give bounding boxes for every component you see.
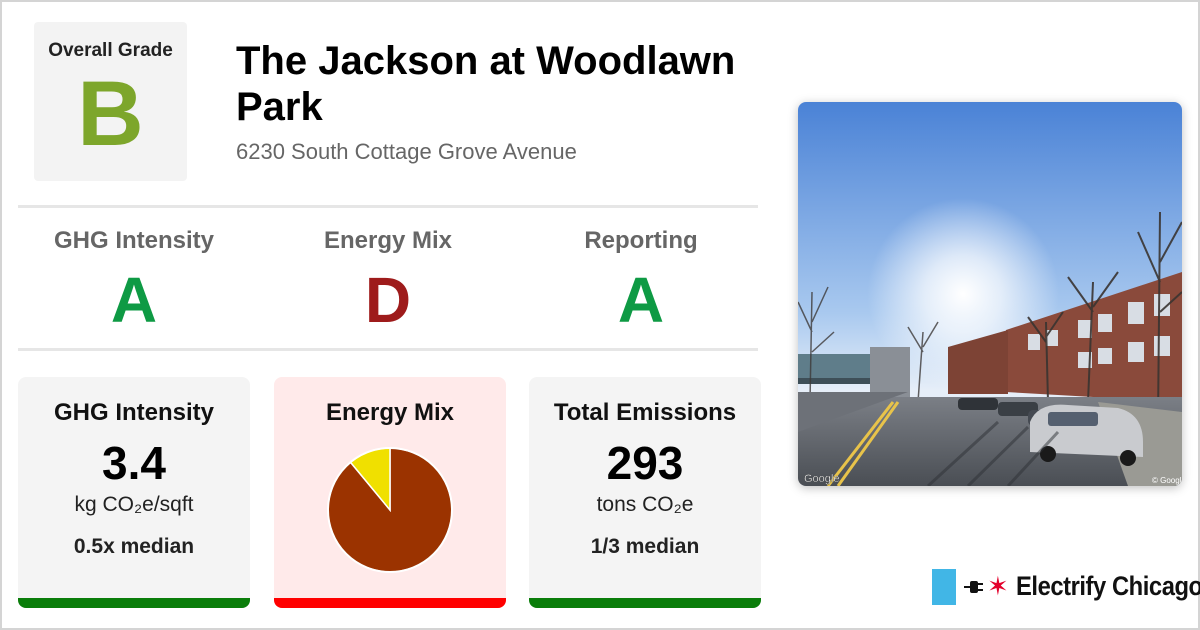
card-status-bar bbox=[18, 598, 250, 608]
street-view-photo: Google © Google bbox=[798, 102, 1182, 486]
ghg-intensity-grade: GHG Intensity A bbox=[14, 227, 254, 335]
grade-letter: A bbox=[110, 264, 158, 336]
card-unit: tons CO₂e bbox=[596, 493, 694, 516]
divider-top bbox=[18, 205, 758, 208]
google-watermark: Google bbox=[804, 473, 839, 485]
ghg-intensity-card: GHG Intensity 3.4 kg CO₂e/sqft 0.5x medi… bbox=[18, 377, 250, 608]
reporting-grade: Reporting A bbox=[521, 227, 761, 335]
energy-mix-card: Energy Mix bbox=[274, 377, 506, 608]
card-median: 0.5x median bbox=[73, 535, 195, 558]
card-title: Energy Mix bbox=[325, 399, 455, 426]
brand-name: Electrify Chicago bbox=[1016, 571, 1200, 601]
card-title: GHG Intensity bbox=[53, 399, 215, 426]
copyright-watermark: © Google bbox=[1152, 476, 1182, 485]
energy-mix-pie-chart bbox=[327, 447, 453, 573]
total-emissions-card: Total Emissions 293 tons CO₂e 1/3 median bbox=[529, 377, 761, 608]
grade-label: GHG Intensity bbox=[53, 227, 215, 254]
divider-bottom bbox=[18, 348, 758, 351]
grade-letter: A bbox=[617, 264, 665, 336]
card-status-bar bbox=[274, 598, 506, 608]
card-median: 1/3 median bbox=[590, 535, 700, 558]
energy-mix-grade: Energy Mix D bbox=[268, 227, 508, 335]
plug-icon bbox=[964, 581, 983, 593]
card-unit: kg CO₂e/sqft bbox=[74, 493, 194, 516]
building-name: The Jackson at Woodlawn Park bbox=[236, 39, 736, 129]
card-status-bar bbox=[529, 598, 761, 608]
chicago-star-icon: ✶ bbox=[987, 571, 1009, 601]
overall-grade-box: Overall Grade B bbox=[34, 22, 187, 181]
grade-letter: D bbox=[364, 264, 412, 336]
building-address: 6230 South Cottage Grove Avenue bbox=[236, 139, 577, 164]
overall-grade-letter: B bbox=[77, 63, 144, 165]
chicago-flag-stripe-icon bbox=[932, 569, 956, 605]
grade-label: Reporting bbox=[584, 227, 698, 254]
card-value: 3.4 bbox=[102, 437, 166, 489]
overall-grade-label: Overall Grade bbox=[48, 40, 173, 61]
card-title: Total Emissions bbox=[553, 399, 737, 426]
grade-label: Energy Mix bbox=[323, 227, 453, 254]
card-value: 293 bbox=[606, 437, 684, 489]
